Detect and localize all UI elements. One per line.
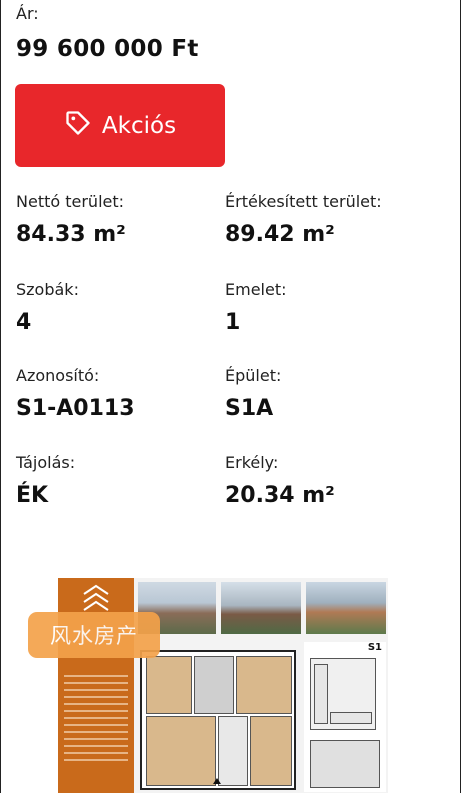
scroll-caret-icon bbox=[213, 778, 221, 784]
attr-value: 20.34 m² bbox=[225, 483, 335, 508]
attr-label: Nettó terület: bbox=[16, 192, 125, 211]
site-building-label: S1 bbox=[367, 642, 382, 653]
attr-id: Azonosító: S1-A0113 bbox=[16, 366, 135, 421]
attr-net-area: Nettó terület: 84.33 m² bbox=[16, 192, 126, 247]
attr-value: 1 bbox=[225, 310, 241, 335]
floorplan-image[interactable]: S1 bbox=[58, 578, 388, 793]
price-label: Ár: bbox=[16, 4, 39, 23]
building-photo bbox=[221, 582, 301, 634]
attr-label: Értékesített terület: bbox=[225, 192, 382, 211]
sale-button-label: Akciós bbox=[101, 112, 177, 139]
attr-rooms: Szobák: 4 bbox=[16, 280, 79, 335]
attr-value: 4 bbox=[16, 310, 32, 335]
attr-value: S1-A0113 bbox=[16, 396, 135, 421]
watermark-badge: 风水房产 bbox=[28, 612, 160, 658]
attr-floor: Emelet: 1 bbox=[225, 280, 287, 335]
attr-label: Tájolás: bbox=[16, 453, 76, 472]
building-photo bbox=[306, 582, 386, 634]
logo-icon bbox=[83, 584, 109, 611]
price-value: 99 600 000 Ft bbox=[16, 36, 199, 62]
attr-balcony: Erkély: 20.34 m² bbox=[225, 453, 335, 508]
tag-icon bbox=[64, 109, 92, 143]
attr-value: 89.42 m² bbox=[225, 222, 335, 247]
attr-value: S1A bbox=[225, 396, 274, 421]
attr-orientation: Tájolás: ÉK bbox=[16, 453, 75, 508]
attr-label: Épület: bbox=[225, 366, 282, 385]
attr-label: Emelet: bbox=[225, 280, 287, 299]
attr-value: ÉK bbox=[16, 483, 49, 508]
attr-label: Erkély: bbox=[225, 453, 279, 472]
attr-sold-area: Értékesített terület: 89.42 m² bbox=[225, 192, 382, 247]
site-plan: S1 bbox=[304, 642, 386, 792]
floorplan-sidebar bbox=[58, 578, 134, 793]
attr-label: Szobák: bbox=[16, 280, 79, 299]
attr-value: 84.33 m² bbox=[16, 222, 126, 247]
attr-building: Épület: S1A bbox=[225, 366, 281, 421]
sale-button[interactable]: Akciós bbox=[15, 84, 225, 167]
apartment-plan bbox=[140, 650, 296, 790]
sidebar-text-lines bbox=[64, 670, 128, 766]
attr-label: Azonosító: bbox=[16, 366, 100, 385]
